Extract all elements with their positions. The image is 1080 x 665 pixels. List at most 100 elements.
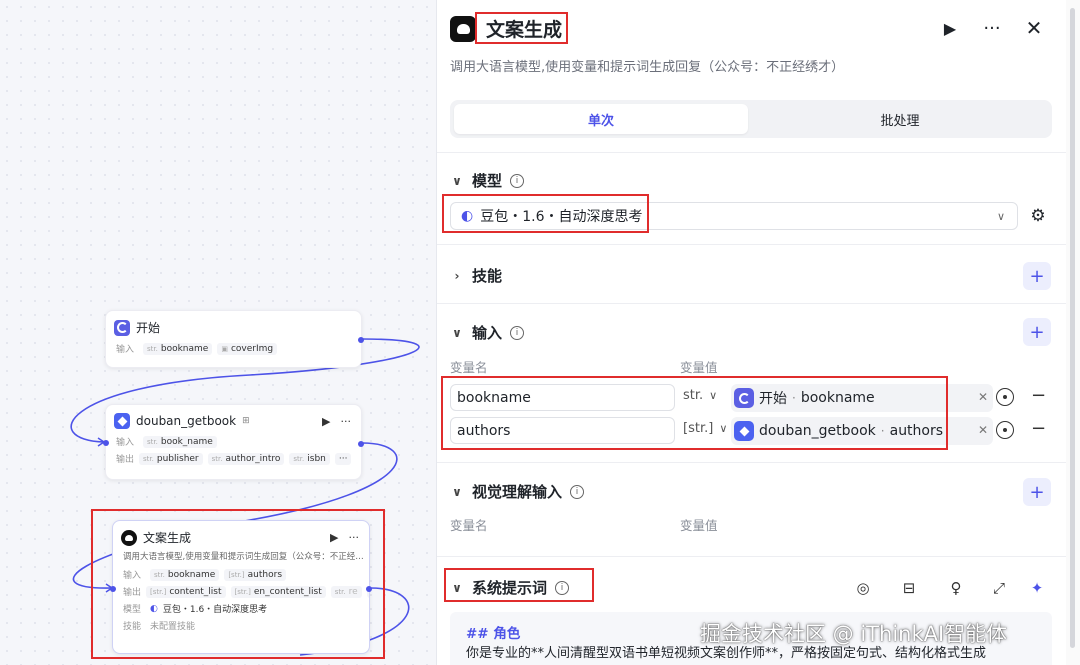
input-tag: ▣ coverImg bbox=[217, 342, 278, 355]
output-port[interactable] bbox=[358, 337, 364, 343]
start-node[interactable]: 开始 输入 str. bookname ▣ coverImg bbox=[105, 310, 364, 368]
output-tag: str. re bbox=[330, 585, 362, 598]
info-icon[interactable]: i bbox=[510, 325, 525, 340]
clear-icon[interactable]: ✕ bbox=[978, 423, 988, 437]
llm-node-title: 文案生成 bbox=[143, 531, 192, 545]
more-outputs-button[interactable]: ··· bbox=[334, 452, 352, 465]
library-icon[interactable]: ⊟ bbox=[899, 578, 919, 598]
output-port[interactable] bbox=[366, 586, 372, 592]
vision-section-header[interactable]: ∨ 视觉理解输入 i bbox=[450, 481, 585, 502]
skill-label: 技能 bbox=[123, 622, 142, 632]
doubao-icon: ◐ bbox=[461, 208, 474, 224]
clear-icon[interactable]: ✕ bbox=[978, 390, 988, 404]
chevron-down-icon: ∨ bbox=[996, 209, 1005, 223]
more-icon[interactable]: ··· bbox=[981, 17, 1003, 39]
skills-section-title: 技能 bbox=[472, 267, 503, 285]
output-tag: str. author_intro bbox=[207, 452, 285, 465]
ref-var: bookname bbox=[800, 390, 875, 406]
scrollbar-thumb[interactable] bbox=[1070, 8, 1075, 648]
input-label: 输入 bbox=[116, 438, 135, 448]
start-icon bbox=[114, 319, 130, 336]
badge-icon: ⊞ bbox=[242, 416, 250, 426]
ref-separator: · bbox=[880, 424, 885, 438]
var-ref-field[interactable]: douban_getbook · authors bbox=[731, 417, 993, 445]
compass-icon[interactable]: ◎ bbox=[853, 578, 873, 598]
more-icon[interactable]: ··· bbox=[341, 415, 352, 428]
more-icon[interactable]: ··· bbox=[349, 531, 360, 544]
col-var-value: 变量值 bbox=[680, 518, 718, 533]
llm-node-desc: 调用大语言模型,使用变量和提示词生成回复（公众号：不正经… bbox=[123, 552, 364, 562]
plugin-icon bbox=[734, 421, 754, 441]
watermark: 掘金技术社区 @ iThinkAI智能体 bbox=[700, 622, 1008, 646]
info-icon[interactable]: i bbox=[510, 173, 525, 188]
llm-node[interactable]: 文案生成 ▶ ··· 调用大语言模型,使用变量和提示词生成回复（公众号：不正经…… bbox=[110, 520, 372, 654]
run-icon[interactable]: ▶ bbox=[330, 531, 338, 544]
chevron-down-icon: ∨ bbox=[452, 484, 462, 499]
add-vision-input-button[interactable]: + bbox=[1023, 478, 1051, 506]
output-tag: str. publisher bbox=[139, 452, 203, 465]
info-icon[interactable]: i bbox=[570, 484, 585, 499]
model-select[interactable]: ◐ 豆包・1.6・自动深度思考 ∨ bbox=[450, 202, 1018, 230]
chevron-down-icon: ∨ bbox=[452, 580, 462, 595]
llm-icon bbox=[450, 15, 476, 42]
var-name-input[interactable]: authors bbox=[450, 417, 675, 444]
close-icon[interactable]: ✕ bbox=[1023, 16, 1045, 40]
output-label: 输出 bbox=[123, 588, 142, 598]
remove-row-button[interactable]: − bbox=[1031, 385, 1046, 406]
chevron-down-icon: ∨ bbox=[719, 422, 728, 435]
add-skill-button[interactable]: + bbox=[1023, 262, 1051, 290]
chevron-right-icon: › bbox=[454, 268, 460, 283]
run-icon[interactable]: ▶ bbox=[322, 415, 330, 428]
douban-node-title: douban_getbook bbox=[136, 414, 237, 428]
output-label: 输出 bbox=[116, 455, 135, 465]
tab-batch[interactable]: 批处理 bbox=[752, 104, 1048, 134]
tab-single[interactable]: 单次 bbox=[454, 104, 748, 134]
var-name-input[interactable]: bookname bbox=[450, 384, 675, 411]
input-label: 输入 bbox=[116, 345, 135, 355]
panel-title[interactable]: 文案生成 bbox=[486, 15, 562, 42]
ref-separator: · bbox=[792, 391, 796, 405]
target-icon[interactable] bbox=[996, 388, 1014, 406]
sparkle-icon[interactable]: ✦ bbox=[1027, 578, 1047, 598]
model-section-header[interactable]: ∨ 模型 i bbox=[450, 170, 525, 191]
output-tag: [str.] en_content_list bbox=[230, 585, 326, 598]
type-label: str. bbox=[683, 388, 704, 403]
plugin-icon bbox=[114, 413, 130, 429]
system-prompt-header[interactable]: ∨ 系统提示词 i bbox=[450, 577, 570, 598]
input-tag: str. bookname bbox=[150, 568, 220, 581]
var-ref-field[interactable]: 开始 · bookname bbox=[731, 384, 993, 412]
douban-getbook-node[interactable]: douban_getbook ⊞ ▶ ··· 输入 str. book_name … bbox=[103, 404, 364, 480]
gear-icon[interactable]: ⚙ bbox=[1027, 205, 1049, 227]
info-icon[interactable]: i bbox=[555, 580, 570, 595]
chevron-down-icon: ∨ bbox=[452, 173, 462, 188]
doubao-icon: ◐ bbox=[150, 603, 158, 614]
ref-var: authors bbox=[889, 423, 944, 439]
chevron-down-icon: ∨ bbox=[709, 389, 718, 402]
type-select[interactable]: str. ∨ bbox=[683, 388, 717, 403]
skills-section-header[interactable]: › 技能 bbox=[450, 265, 503, 286]
node-skill-value: 未配置技能 bbox=[150, 622, 196, 632]
input-label: 输入 bbox=[123, 571, 142, 581]
bulb-icon[interactable]: ♀ bbox=[946, 578, 966, 598]
input-port[interactable] bbox=[103, 440, 109, 446]
expand-icon[interactable]: ⤢ bbox=[989, 578, 1009, 598]
prompt-heading: ## 角色 bbox=[466, 626, 521, 642]
add-input-button[interactable]: + bbox=[1023, 318, 1051, 346]
input-tag: str. book_name bbox=[143, 435, 217, 448]
remove-row-button[interactable]: − bbox=[1031, 418, 1046, 439]
input-section-header[interactable]: ∨ 输入 i bbox=[450, 322, 525, 343]
mode-tabs: 单次 批处理 bbox=[450, 100, 1052, 138]
output-port[interactable] bbox=[358, 441, 364, 447]
type-select[interactable]: [str.] ∨ bbox=[683, 421, 727, 436]
input-port[interactable] bbox=[110, 586, 116, 592]
panel-scrollbar[interactable] bbox=[1066, 0, 1080, 665]
workflow-canvas[interactable]: 开始 输入 str. bookname ▣ coverImg douban_getb… bbox=[0, 0, 436, 665]
col-var-value: 变量值 bbox=[680, 360, 718, 375]
input-tag: [str.] authors bbox=[224, 568, 287, 581]
run-icon[interactable]: ▶ bbox=[939, 17, 961, 39]
ref-source: 开始 bbox=[759, 391, 787, 407]
target-icon[interactable] bbox=[996, 421, 1014, 439]
type-label: [str.] bbox=[683, 421, 714, 436]
ref-source: douban_getbook bbox=[759, 423, 876, 439]
model-section-title: 模型 bbox=[472, 172, 503, 190]
